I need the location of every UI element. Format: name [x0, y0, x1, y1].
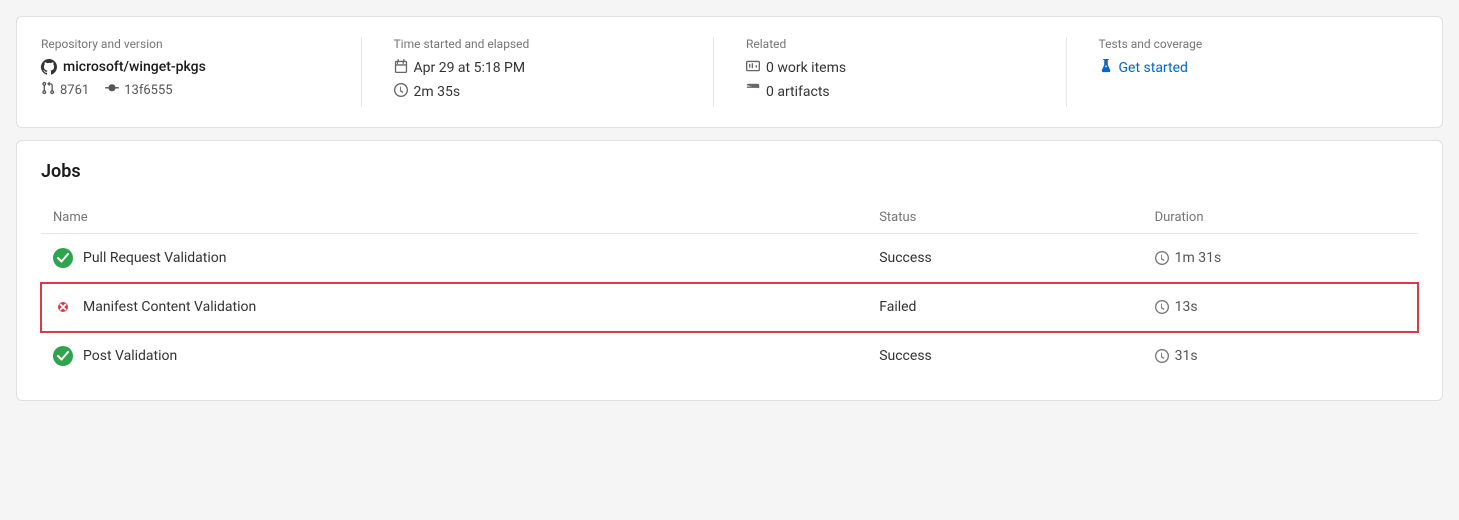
repo-section: Repository and version microsoft/winget-… [41, 37, 361, 107]
artifacts-text: 0 artifacts [766, 84, 830, 100]
beaker-icon [1099, 59, 1113, 77]
table-row[interactable]: Manifest Content Validation Failed 13s [41, 283, 1418, 332]
time-section: Time started and elapsed Apr 29 at 5:18 … [361, 37, 714, 107]
status-icon-success [53, 248, 73, 268]
job-duration-cell: 31s [1143, 332, 1418, 381]
info-card: Repository and version microsoft/winget-… [16, 16, 1443, 128]
commit-item: 13f6555 [105, 81, 172, 99]
artifacts-row: 0 artifacts [746, 83, 1034, 101]
time-label: Time started and elapsed [394, 37, 682, 51]
related-label: Related [746, 37, 1034, 51]
artifact-icon [746, 83, 760, 101]
work-items-row: 0 work items [746, 59, 1034, 77]
table-header-row: Name Status Duration [41, 202, 1418, 234]
job-status-cell: Success [867, 234, 1142, 283]
clock-icon [394, 83, 408, 101]
calendar-icon [394, 59, 408, 77]
col-name: Name [41, 202, 867, 234]
job-name-text: Pull Request Validation [83, 250, 227, 266]
get-started-row: Get started [1099, 59, 1387, 77]
elapsed-row: 2m 35s [394, 83, 682, 101]
pr-icon [41, 81, 55, 99]
tests-label: Tests and coverage [1099, 37, 1387, 51]
job-status-cell: Failed [867, 283, 1142, 332]
jobs-table: Name Status Duration Pull Request Valida… [41, 202, 1418, 380]
job-name-text: Post Validation [83, 348, 177, 364]
elapsed-text: 2m 35s [414, 84, 461, 100]
col-duration: Duration [1143, 202, 1418, 234]
job-name-cell: Post Validation [41, 332, 867, 381]
table-row[interactable]: Post Validation Success 31s [41, 332, 1418, 381]
repo-name-row: microsoft/winget-pkgs [41, 59, 329, 75]
table-row[interactable]: Pull Request Validation Success 1m 31s [41, 234, 1418, 283]
work-items-text: 0 work items [766, 60, 846, 76]
commit-hash: 13f6555 [124, 83, 172, 98]
github-icon [41, 59, 57, 75]
date-text: Apr 29 at 5:18 PM [414, 60, 526, 76]
jobs-card: Jobs Name Status Duration Pull Request V… [16, 140, 1443, 401]
job-status-cell: Success [867, 332, 1142, 381]
duration-text: 1m 31s [1175, 250, 1222, 266]
duration-text: 31s [1175, 348, 1198, 364]
duration-text: 13s [1175, 299, 1198, 315]
job-duration-cell: 1m 31s [1143, 234, 1418, 283]
date-row: Apr 29 at 5:18 PM [394, 59, 682, 77]
repo-label: Repository and version [41, 37, 329, 51]
job-name-cell: Manifest Content Validation [41, 283, 867, 332]
jobs-title: Jobs [41, 161, 1418, 182]
related-section: Related 0 work items 0 artifacts [713, 37, 1066, 107]
get-started-link[interactable]: Get started [1119, 60, 1188, 76]
workitem-icon [746, 59, 760, 77]
col-status: Status [867, 202, 1142, 234]
job-name-cell: Pull Request Validation [41, 234, 867, 283]
tests-section: Tests and coverage Get started [1066, 37, 1419, 107]
status-icon-failed [53, 297, 73, 317]
job-duration-cell: 13s [1143, 283, 1418, 332]
status-icon-success [53, 346, 73, 366]
repo-meta: 8761 13f6555 [41, 81, 329, 99]
pr-item: 8761 [41, 81, 89, 99]
commit-icon [105, 81, 119, 99]
pr-number: 8761 [60, 83, 89, 98]
repo-name: microsoft/winget-pkgs [63, 59, 206, 75]
job-name-text: Manifest Content Validation [83, 299, 256, 315]
